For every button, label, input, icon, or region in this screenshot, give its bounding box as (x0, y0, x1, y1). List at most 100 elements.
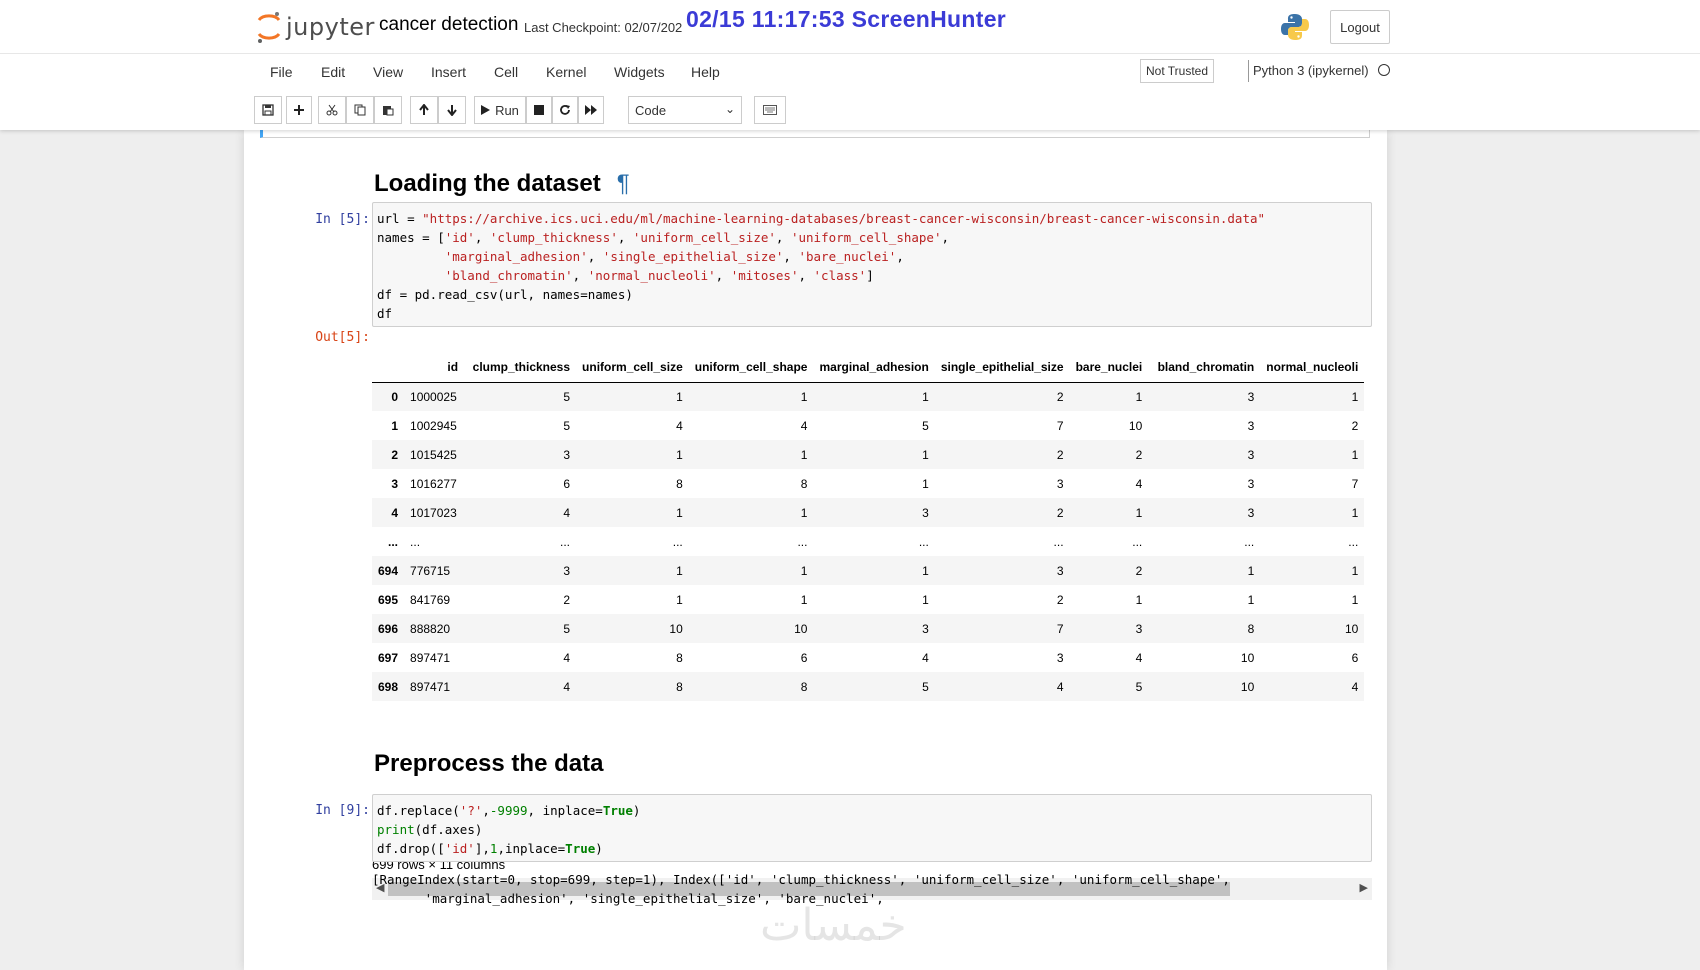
table-cell: 3 (1247, 476, 1255, 491)
table-cell: 1015425 (410, 447, 457, 462)
notebook-title[interactable]: cancer detection (379, 14, 518, 36)
kernel-name[interactable]: Python 3 (ipykernel) (1253, 63, 1369, 78)
table-cell: 3 (1135, 621, 1143, 636)
table-cell: 897471 (410, 650, 451, 665)
table-cell: 2 (1351, 418, 1359, 433)
table-cell: 4 (800, 418, 808, 433)
table-cell: 1 (1247, 592, 1255, 607)
jupyter-logo[interactable]: jupyter (256, 9, 386, 45)
table-cell: 1 (800, 592, 808, 607)
menu-widgets[interactable]: Widgets (614, 64, 665, 80)
cut-button[interactable] (318, 96, 346, 124)
copy-icon (354, 104, 366, 116)
move-down-button[interactable] (438, 96, 466, 124)
table-cell: 6 (1351, 650, 1359, 665)
table-row: 0 1000025 5 1 1 1 2 1 3 1 (372, 382, 1365, 411)
table-row: 1 1002945 5 4 4 5 7 10 3 2 (372, 411, 1364, 440)
row-index: 698 (378, 679, 399, 694)
table-cell: ... (672, 534, 683, 549)
code-cell-input[interactable]: url = "https://archive.ics.uci.edu/ml/ma… (372, 202, 1372, 327)
table-row: 697 897471 4 8 6 4 3 4 10 6 (372, 643, 1364, 672)
table-cell: 1 (922, 476, 929, 491)
restart-run-all-button[interactable] (578, 96, 604, 124)
table-cell: 7 (1351, 476, 1359, 491)
table-cell: 1 (800, 563, 808, 578)
column-header: id (404, 352, 465, 383)
row-index: 2 (391, 447, 399, 462)
table-cell: ... (918, 534, 929, 549)
table-row: 4 1017023 4 1 1 3 2 1 3 1 (372, 498, 1365, 527)
save-icon (262, 104, 274, 116)
table-cell: 1 (1351, 447, 1359, 462)
table-cell: 10 (669, 621, 683, 636)
table-cell: 3 (1247, 418, 1255, 433)
command-palette-button[interactable] (754, 96, 786, 124)
table-cell: 1002945 (410, 418, 457, 433)
save-button[interactable] (254, 96, 282, 124)
screenhunter-overlay: 02/15 11:17:53 ScreenHunter (686, 6, 1007, 32)
paste-button[interactable] (374, 96, 402, 124)
arrow-up-icon (419, 104, 429, 115)
table-cell: 1 (922, 447, 929, 462)
column-header: uniform_cell_shape (688, 352, 814, 383)
menu-view[interactable]: View (373, 64, 403, 80)
table-cell: 1 (676, 389, 683, 404)
table-cell: 3 (1247, 505, 1255, 520)
column-header (372, 352, 405, 383)
menu-cell[interactable]: Cell (494, 64, 518, 80)
cell-type-select[interactable]: Code ⌄ (628, 96, 742, 124)
menu-insert[interactable]: Insert (431, 64, 466, 80)
menu-edit[interactable]: Edit (321, 64, 345, 80)
run-icon (481, 105, 491, 115)
table-cell: 3 (922, 621, 929, 636)
table-cell: 5 (922, 679, 929, 694)
table-cell: 1 (676, 447, 683, 462)
run-label: Run (495, 102, 519, 118)
table-cell: 8 (676, 476, 683, 491)
restart-button[interactable] (552, 96, 578, 124)
table-cell: 5 (563, 621, 571, 636)
table-row: 2 1015425 3 1 1 1 2 2 3 1 (372, 440, 1365, 469)
menu-help[interactable]: Help (691, 64, 720, 80)
menu-kernel[interactable]: Kernel (546, 64, 586, 80)
fast-forward-icon (585, 105, 597, 115)
table-cell: 1 (800, 505, 808, 520)
dataframe-table: id clump_thickness uniform_cell_size unifor… (372, 352, 1365, 701)
run-button[interactable]: Run (474, 96, 526, 124)
table-row: .............................. (372, 527, 1364, 556)
table-cell: 8 (676, 650, 683, 665)
table-cell: 1 (676, 592, 683, 607)
table-cell: 1 (1351, 563, 1359, 578)
table-cell: 1 (676, 563, 683, 578)
chevron-down-icon: ⌄ (724, 102, 735, 116)
table-cell: 897471 (410, 679, 451, 694)
code-line: url = "https://archive.ics.uci.edu/ml/ma… (377, 211, 1266, 226)
table-row: 698 897471 4 8 8 5 4 5 10 4 (372, 672, 1365, 701)
table-cell: 5 (1135, 679, 1143, 694)
table-cell: 1 (922, 592, 929, 607)
menu-file[interactable]: File (270, 64, 293, 80)
table-header-row: id clump_thickness uniform_cell_size unifor… (372, 352, 1365, 383)
insert-cell-button[interactable] (286, 96, 312, 124)
dataframe-output: id clump_thickness uniform_cell_size unifor… (372, 352, 1372, 900)
table-row: 695 841769 2 1 1 1 2 1 1 1 (372, 585, 1364, 614)
move-up-button[interactable] (410, 96, 438, 124)
jupyter-logo-text: jupyter (286, 13, 375, 41)
table-cell: 7 (1056, 418, 1064, 433)
code-cell-input[interactable]: df.replace('?',-9999, inplace=True) print… (372, 794, 1372, 862)
column-header: clump_thickness (464, 352, 577, 383)
logout-button[interactable]: Logout (1330, 10, 1390, 44)
code-line: df.replace('?',-9999, inplace=True) (377, 803, 641, 818)
not-trusted-button[interactable]: Not Trusted (1140, 59, 1214, 83)
row-index: ... (388, 534, 399, 549)
table-cell: 10 (1240, 650, 1255, 665)
interrupt-button[interactable] (526, 96, 552, 124)
anchor-link-icon[interactable]: ¶ (617, 170, 630, 197)
plus-icon (294, 105, 304, 115)
copy-button[interactable] (346, 96, 374, 124)
paste-icon (383, 106, 394, 116)
row-index: 0 (391, 389, 399, 404)
selected-cell-border[interactable] (260, 130, 1370, 138)
code-line: names = ['id', 'clump_thickness', 'unifo… (377, 230, 950, 245)
row-index: 4 (391, 505, 399, 520)
